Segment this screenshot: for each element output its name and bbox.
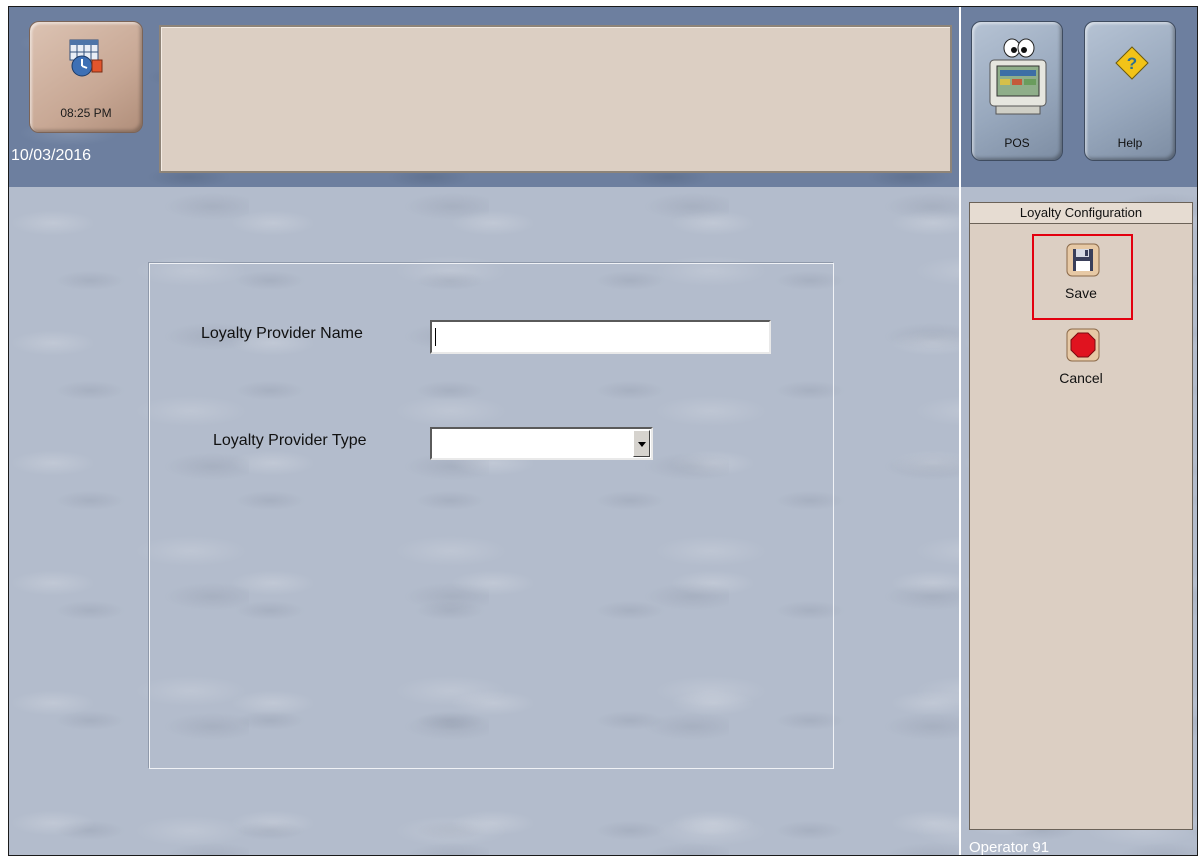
- help-icon: ?: [1115, 46, 1149, 80]
- clock-date: 10/03/2016: [11, 147, 92, 164]
- cancel-label: Cancel: [1059, 370, 1103, 386]
- clock-button[interactable]: 08:25 PM: [29, 21, 143, 133]
- stop-icon: [1066, 328, 1100, 362]
- provider-name-label: Loyalty Provider Name: [201, 325, 363, 342]
- pos-button[interactable]: POS: [971, 21, 1063, 161]
- config-panel-title: Loyalty Configuration: [970, 203, 1192, 224]
- svg-text:?: ?: [1127, 54, 1137, 73]
- pos-label: POS: [1004, 136, 1030, 150]
- loyalty-config-panel: Loyalty Configuration Save Cancel: [969, 202, 1193, 830]
- help-label: Help: [1117, 136, 1143, 150]
- app-window: 08:25 PM 10/03/2016 Loyalty Provider Nam…: [8, 6, 1198, 856]
- help-button[interactable]: ? Help: [1084, 21, 1176, 161]
- right-panel: Loyalty Configuration Save Cancel Operat…: [959, 187, 1197, 856]
- nav-bar: POS ? Help: [959, 7, 1197, 187]
- pos-terminal-icon: [989, 38, 1047, 115]
- operator-label: Operator 91: [969, 839, 1050, 856]
- clock-time: 08:25 PM: [60, 106, 112, 120]
- clock-calendar-icon: [69, 39, 103, 77]
- provider-type-label: Loyalty Provider Type: [213, 432, 367, 449]
- top-bar: 08:25 PM 10/03/2016: [9, 7, 959, 187]
- provider-type-select[interactable]: [430, 427, 653, 460]
- provider-name-input[interactable]: [430, 320, 771, 354]
- main-area: [9, 187, 959, 855]
- save-highlight-box: [1032, 234, 1133, 320]
- message-panel: [159, 25, 952, 173]
- text-caret: [435, 328, 436, 346]
- dropdown-arrow-icon[interactable]: [633, 430, 650, 457]
